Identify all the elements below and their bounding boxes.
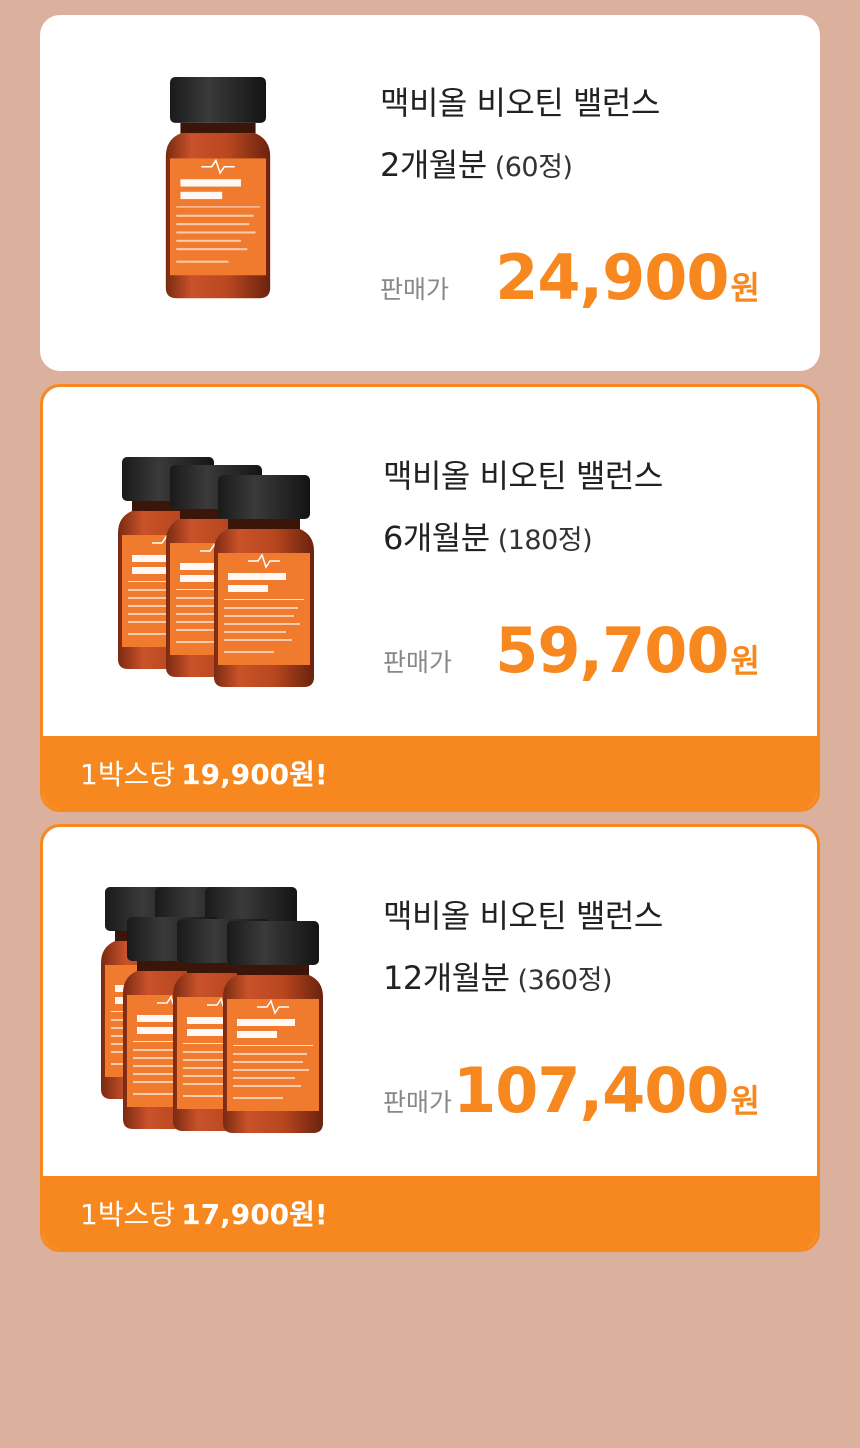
product-period: 6개월분 (180정) [383,513,593,559]
price-label: 판매가 [383,1088,453,1117]
product-name: 맥비올 비오틴 밸런스 [380,84,660,122]
product-card-6-months[interactable]: 맥비올 비오틴 밸런스 6개월분 (180정) 판매가 59,700원 1박스당 1… [40,384,820,812]
per-box-text: 1박스당 17,900원! [80,1193,328,1233]
price-currency: 원 [730,642,760,680]
product-name: 맥비올 비오틴 밸런스 [383,897,663,935]
period-text: 6개월분 [383,519,490,557]
per-box-price: 19,900원! [181,758,328,791]
price-currency: 원 [730,1082,760,1120]
price-value: 59,700 [495,614,729,687]
product-period: 12개월분 (360정) [383,953,613,999]
per-box-label: 1박스당 [80,758,176,791]
product-image-six-bottles [100,886,324,1134]
price-currency: 원 [730,269,760,307]
product-image-three-bottles [117,456,315,688]
per-box-price: 17,900원! [181,1198,328,1231]
tablet-count: (180정) [497,525,593,556]
price: 107,400원 [453,1054,760,1127]
product-period: 2개월분 (60정) [380,140,573,186]
price: 59,700원 [495,614,760,687]
product-name: 맥비올 비오틴 밸런스 [383,457,663,495]
period-text: 2개월분 [380,146,487,184]
per-box-text: 1박스당 19,900원! [80,753,328,793]
product-card-12-months[interactable]: 맥비올 비오틴 밸런스 12개월분 (360정) 판매가 107,400원 1박스… [40,824,820,1252]
tablet-count: (360정) [517,965,613,996]
price-label: 판매가 [380,275,450,304]
per-box-label: 1박스당 [80,1198,176,1231]
product-card-2-months[interactable]: 맥비올 비오틴 밸런스 2개월분 (60정) 판매가 24,900원 [40,15,820,371]
price-label: 판매가 [383,648,453,677]
price-value: 24,900 [495,241,729,314]
per-box-banner: 1박스당 17,900원! [43,1176,817,1249]
per-box-banner: 1박스당 19,900원! [43,736,817,809]
price: 24,900원 [495,241,760,314]
product-image-single-bottle [165,77,271,300]
period-text: 12개월분 [383,959,510,997]
tablet-count: (60정) [494,152,573,183]
price-value: 107,400 [453,1054,729,1127]
